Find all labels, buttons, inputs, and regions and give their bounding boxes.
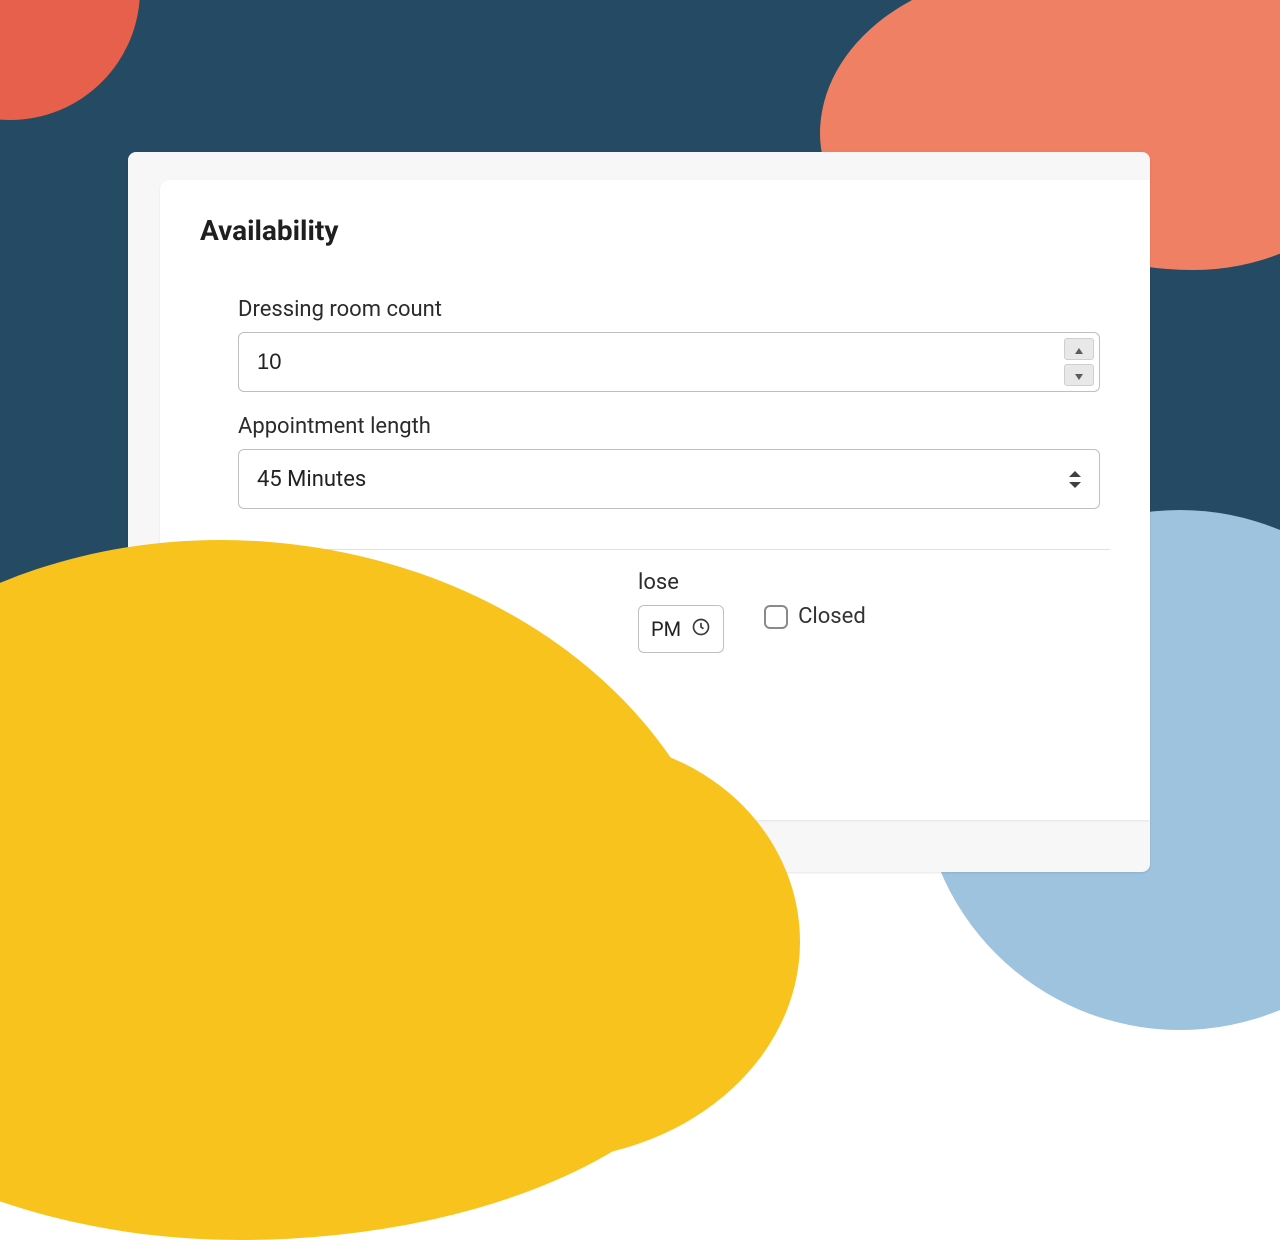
appointment-length-label: Appointment length	[238, 414, 1100, 439]
stepper-down-button[interactable]	[1064, 364, 1094, 386]
dressing-room-count-label: Dressing room count	[238, 297, 1100, 322]
close-label: lose	[638, 570, 724, 595]
appointment-length-select-wrap: 45 Minutes	[238, 449, 1100, 509]
closed-label: Closed	[798, 604, 866, 629]
dressing-room-count-input[interactable]	[238, 332, 1100, 392]
section-divider	[200, 549, 1110, 550]
closed-checkbox[interactable]	[764, 605, 788, 629]
dressing-room-count-input-wrap	[238, 332, 1100, 392]
form-fields: Dressing room count	[200, 297, 1110, 509]
card-title: Availability	[200, 214, 1110, 247]
caret-up-icon	[1074, 340, 1084, 359]
caret-down-icon	[1074, 366, 1084, 385]
background: Availability Dressing room count	[0, 0, 1280, 720]
select-caret-icon	[1068, 469, 1082, 489]
clock-icon	[691, 617, 711, 642]
close-time-value: PM	[651, 617, 681, 641]
closed-toggle: Closed	[764, 604, 866, 629]
close-time-input[interactable]: PM	[638, 605, 724, 653]
appointment-length-value: 45 Minutes	[257, 467, 366, 492]
close-column: lose PM	[638, 570, 724, 653]
stepper-up-button[interactable]	[1064, 338, 1094, 360]
appointment-length-select[interactable]: 45 Minutes	[238, 449, 1100, 509]
number-stepper	[1064, 338, 1094, 386]
decorative-blob-red	[0, 0, 140, 120]
